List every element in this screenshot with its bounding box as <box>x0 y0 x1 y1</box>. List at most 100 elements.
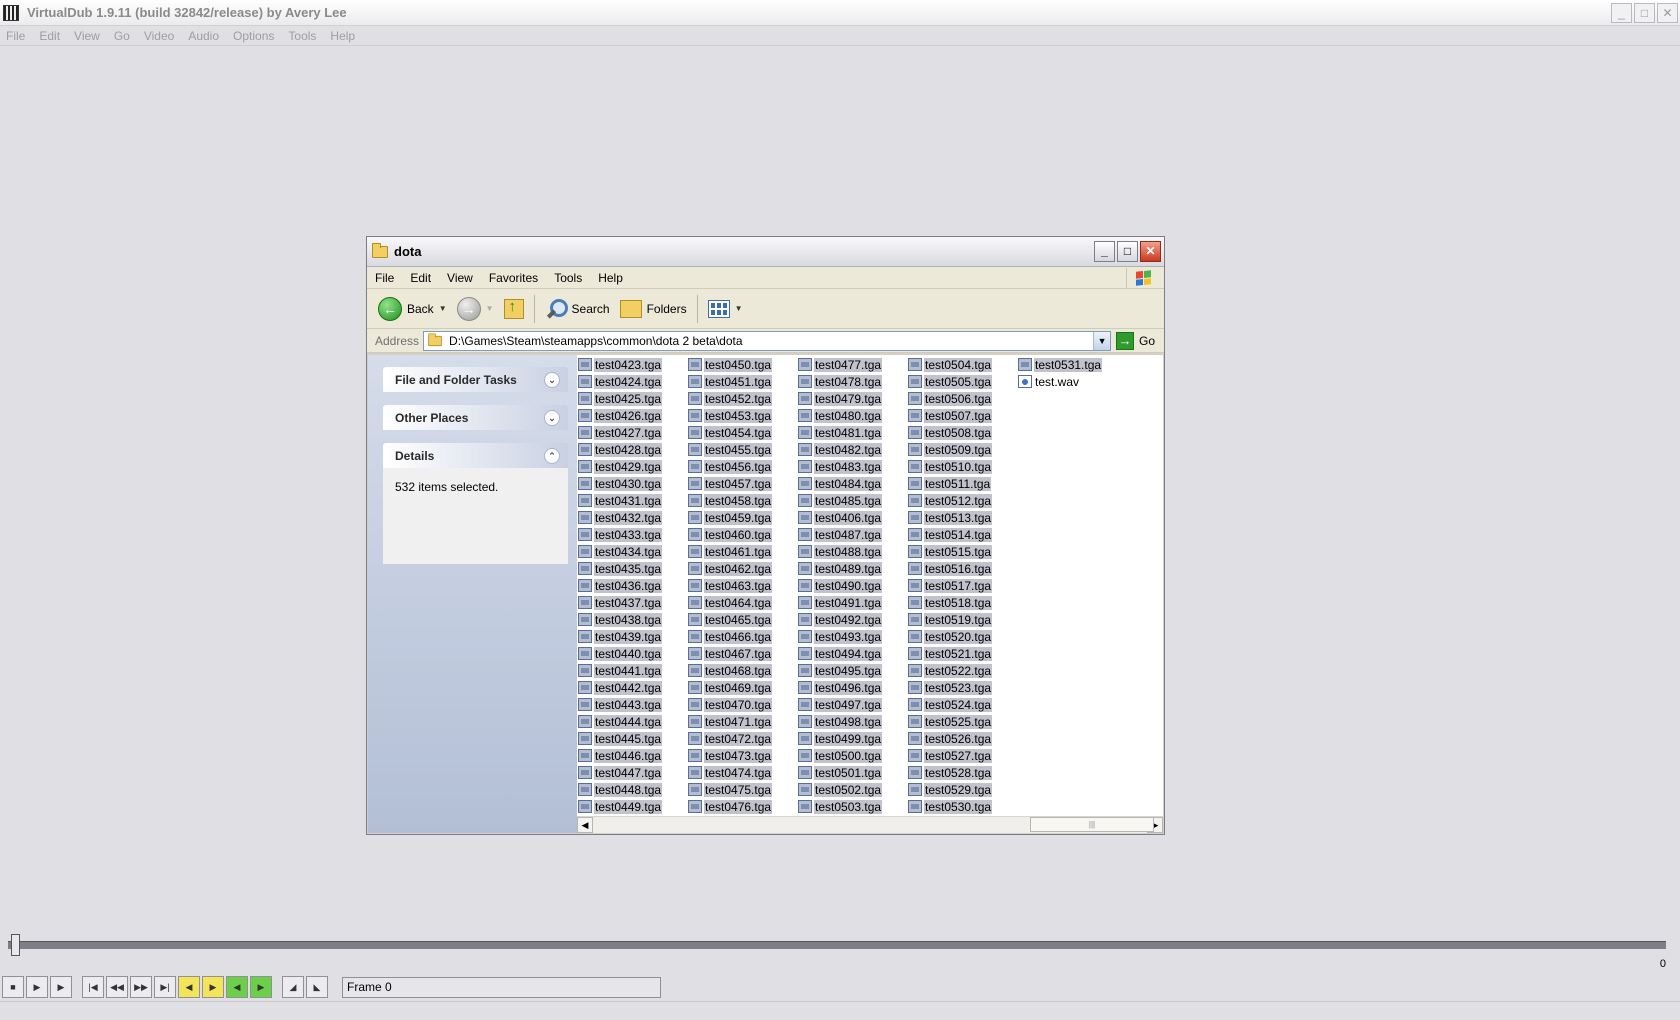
file-item[interactable]: test0493.tga <box>798 628 883 645</box>
file-item[interactable]: test0444.tga <box>578 713 663 730</box>
file-item[interactable]: test0521.tga <box>908 645 993 662</box>
explorer-menu-file[interactable]: File <box>375 271 394 285</box>
file-item[interactable]: test0482.tga <box>798 441 883 458</box>
step-back-icon[interactable]: ◀◀ <box>106 976 128 998</box>
file-item[interactable]: test0527.tga <box>908 747 993 764</box>
file-item[interactable]: test0475.tga <box>688 781 773 798</box>
file-item[interactable]: test0470.tga <box>688 696 773 713</box>
file-item[interactable]: test0427.tga <box>578 424 663 441</box>
file-item[interactable]: test0478.tga <box>798 373 883 390</box>
menu-tools[interactable]: Tools <box>288 29 316 43</box>
file-item[interactable]: test0476.tga <box>688 798 773 815</box>
explorer-minimize-button[interactable]: _ <box>1094 241 1115 262</box>
file-item[interactable]: test0440.tga <box>578 645 663 662</box>
play-input-icon[interactable]: ▶ <box>26 976 48 998</box>
file-item[interactable]: test0430.tga <box>578 475 663 492</box>
back-button[interactable]: ← Back ▼ <box>375 294 450 324</box>
file-item[interactable]: test0481.tga <box>798 424 883 441</box>
mark-in-icon[interactable]: ◢ <box>282 976 304 998</box>
stop-icon[interactable]: ■ <box>2 976 24 998</box>
file-item[interactable]: test0437.tga <box>578 594 663 611</box>
file-item[interactable]: test0499.tga <box>798 730 883 747</box>
file-item[interactable]: test0453.tga <box>688 407 773 424</box>
file-item[interactable]: test0450.tga <box>688 356 773 373</box>
position-timeline[interactable] <box>8 941 1666 949</box>
scrollbar-track[interactable]: ||| <box>593 817 1154 833</box>
menu-edit[interactable]: Edit <box>39 29 60 43</box>
go-to-start-icon[interactable]: |◀ <box>82 976 104 998</box>
file-item[interactable]: test0462.tga <box>688 560 773 577</box>
file-item[interactable]: test0457.tga <box>688 475 773 492</box>
file-item[interactable]: test0523.tga <box>908 679 993 696</box>
file-item[interactable]: test0452.tga <box>688 390 773 407</box>
file-item[interactable]: test0487.tga <box>798 526 883 543</box>
file-item[interactable]: test0529.tga <box>908 781 993 798</box>
file-item[interactable]: test0471.tga <box>688 713 773 730</box>
file-item[interactable]: test0503.tga <box>798 798 883 815</box>
virtualdub-app-icon[interactable] <box>3 4 19 21</box>
file-item[interactable]: test0460.tga <box>688 526 773 543</box>
close-button[interactable]: ✕ <box>1657 3 1678 23</box>
scrollbar-thumb[interactable]: ||| <box>1030 817 1154 832</box>
file-item[interactable]: test0495.tga <box>798 662 883 679</box>
file-item[interactable]: test0492.tga <box>798 611 883 628</box>
file-item[interactable]: test0484.tga <box>798 475 883 492</box>
views-button[interactable]: ▼ <box>705 294 746 324</box>
file-item[interactable]: test0526.tga <box>908 730 993 747</box>
menu-audio[interactable]: Audio <box>188 29 219 43</box>
file-item[interactable]: test0451.tga <box>688 373 773 390</box>
file-item[interactable]: test0497.tga <box>798 696 883 713</box>
file-item[interactable]: test0502.tga <box>798 781 883 798</box>
file-item[interactable]: test0500.tga <box>798 747 883 764</box>
explorer-maximize-button[interactable]: □ <box>1117 241 1138 262</box>
file-item[interactable]: test0477.tga <box>798 356 883 373</box>
scroll-left-icon[interactable]: ◀ <box>577 817 593 833</box>
file-item[interactable]: test0449.tga <box>578 798 663 815</box>
file-item[interactable]: test0511.tga <box>908 475 992 492</box>
step-forward-icon[interactable]: ▶▶ <box>130 976 152 998</box>
file-item[interactable]: test0491.tga <box>798 594 883 611</box>
play-output-icon[interactable]: ▶ <box>50 976 72 998</box>
explorer-menu-favorites[interactable]: Favorites <box>489 271 538 285</box>
file-item[interactable]: test0429.tga <box>578 458 663 475</box>
file-item[interactable]: test0463.tga <box>688 577 773 594</box>
file-item[interactable]: test0505.tga <box>908 373 993 390</box>
collapse-chevron-icon[interactable]: ⌃ <box>544 447 560 464</box>
file-folder-tasks-header[interactable]: File and Folder Tasks ⌄ <box>383 367 568 392</box>
restore-button[interactable]: □ <box>1634 3 1655 23</box>
explorer-menu-help[interactable]: Help <box>598 271 623 285</box>
file-item[interactable]: test0439.tga <box>578 628 663 645</box>
details-header[interactable]: Details ⌃ <box>383 443 568 468</box>
file-item[interactable]: test0517.tga <box>908 577 993 594</box>
file-item[interactable]: test0472.tga <box>688 730 773 747</box>
next-scene-icon[interactable]: ▶ <box>250 976 272 998</box>
file-item[interactable]: test0519.tga <box>908 611 993 628</box>
forward-button[interactable]: → ▼ <box>454 294 497 324</box>
back-dropdown-icon[interactable]: ▼ <box>439 304 447 313</box>
file-item[interactable]: test0494.tga <box>798 645 883 662</box>
file-item[interactable]: test0458.tga <box>688 492 773 509</box>
go-button[interactable]: → Go <box>1116 331 1155 350</box>
prev-keyframe-icon[interactable]: ◀ <box>178 976 200 998</box>
file-item[interactable]: test0508.tga <box>908 424 993 441</box>
file-item[interactable]: test0455.tga <box>688 441 773 458</box>
file-item[interactable]: test0446.tga <box>578 747 663 764</box>
file-item[interactable]: test0515.tga <box>908 543 993 560</box>
menu-file[interactable]: File <box>6 29 25 43</box>
file-item[interactable]: test0514.tga <box>908 526 993 543</box>
file-item[interactable]: test0465.tga <box>688 611 773 628</box>
file-item[interactable]: test0459.tga <box>688 509 773 526</box>
file-item[interactable]: test0489.tga <box>798 560 883 577</box>
menu-options[interactable]: Options <box>233 29 274 43</box>
file-item[interactable]: test0490.tga <box>798 577 883 594</box>
file-item[interactable]: test0507.tga <box>908 407 993 424</box>
file-item[interactable]: test0454.tga <box>688 424 773 441</box>
menu-help[interactable]: Help <box>330 29 355 43</box>
file-item[interactable]: test0506.tga <box>908 390 993 407</box>
file-item[interactable]: test0488.tga <box>798 543 883 560</box>
file-item[interactable]: test0522.tga <box>908 662 993 679</box>
horizontal-scrollbar[interactable]: ◀ ||| ▶ <box>577 816 1163 833</box>
file-item[interactable]: test0426.tga <box>578 407 663 424</box>
menu-go[interactable]: Go <box>114 29 130 43</box>
file-item[interactable]: test0480.tga <box>798 407 883 424</box>
